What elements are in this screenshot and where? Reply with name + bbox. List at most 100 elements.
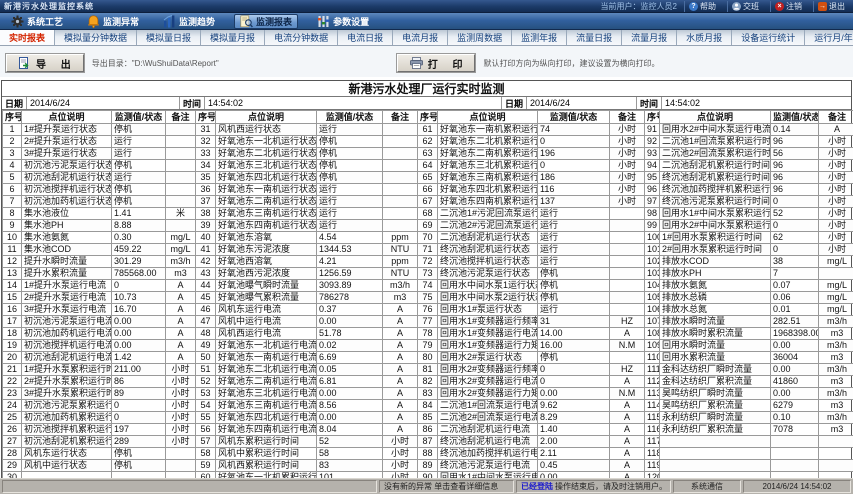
monitor-value: 0 [112,412,166,424]
monitor-value: 运行 [112,172,166,184]
monitor-value: 运行 [538,304,610,316]
tab-13[interactable]: 运行月/年报 [805,30,853,45]
remark-unit: 小时 [819,184,853,196]
point-description: 好氧池东一北机运行电流 [216,340,317,352]
row-number: 78 [418,328,438,340]
row-number: 4 [3,160,22,172]
point-description: 初沉池刮泥机运行电流 [22,352,112,364]
point-description: 昊鸣纺织厂累积流量 [660,400,771,412]
monitor-value: 197 [112,424,166,436]
table-row: 163#提升水泵运行电流16.70A46风机东运行电流0.37A76回用水1#泵… [3,304,853,316]
row-number: 12 [3,256,22,268]
remark-unit: 小时 [166,424,196,436]
row-number: 118 [645,448,660,460]
shift-change-button[interactable]: 交班 [727,1,763,12]
time-label: 时间 [637,97,662,109]
monitor-value: 1344.53 [317,244,383,256]
remark-unit: 小时 [166,412,196,424]
remark-unit [383,220,418,232]
tab-9[interactable]: 流量日报 [567,30,622,45]
current-user-label: 当前用户：监控人员2 [601,1,677,12]
tab-10[interactable]: 流量月报 [622,30,677,45]
row-number: 29 [3,460,22,472]
point-description: 风机东累积运行时间 [216,436,317,448]
tab-4[interactable]: 电流分钟数据 [265,30,338,45]
row-number: 83 [418,388,438,400]
row-number: 52 [196,376,216,388]
help-button[interactable]: ? 帮助 [684,1,720,12]
row-number: 107 [645,316,660,328]
row-number: 43 [196,268,216,280]
remark-unit: A [383,352,418,364]
table-row: 17初沉池污泥泵运行电流0.00A47风机中运行电流0.00A77回用水1#变频… [3,316,853,328]
tab-1[interactable]: 模拟量分钟数据 [55,30,137,45]
tab-6[interactable]: 电流月报 [393,30,448,45]
remark-unit: m3 [383,292,418,304]
point-description: 好氧池东四南机运行状态 [216,220,317,232]
menu-item-monitor-alarm[interactable]: 监测异常 [82,14,144,29]
monitor-value: 459.22 [112,244,166,256]
row-number: 55 [196,412,216,424]
exit-button[interactable]: → 退出 [813,1,849,12]
monitor-value: 74 [538,124,610,136]
table-row: 24初沉池污泥泵累积运行时间0小时54好氧池东三南机运行电流8.56A84二沉池… [3,400,853,412]
remark-unit: A [383,328,418,340]
row-number: 21 [3,364,22,376]
time-value: 14:54:02 [205,97,502,109]
tab-5[interactable]: 电流日报 [338,30,393,45]
monitor-value: 运行 [538,208,610,220]
menu-item-monitor-trend[interactable]: 监测趋势 [158,14,220,29]
monitor-value: 7078 [771,424,819,436]
point-description: 回用水2#泵运行状态 [438,352,538,364]
row-number: 37 [196,196,216,208]
print-button[interactable]: 打 印 [397,54,476,72]
point-description: 好氧池东污泥浓度 [216,244,317,256]
row-number: 23 [3,388,22,400]
point-description: 昊鸣纺织厂瞬时流量 [660,388,771,400]
monitor-value: 0.00 [771,364,819,376]
menu-item-system-process[interactable]: 系统工艺 [6,14,68,29]
tab-11[interactable]: 水质月报 [677,30,732,45]
monitor-value: 0.02 [317,340,383,352]
monitor-value: 6279 [771,400,819,412]
monitor-value: 16.00 [538,340,610,352]
tab-12[interactable]: 设备运行统计 [732,30,805,45]
monitor-value: 0 [771,244,819,256]
remark-unit: 小时 [610,160,645,172]
row-number: 113 [645,388,660,400]
tab-2[interactable]: 模拟量日报 [137,30,201,45]
row-number: 28 [3,448,22,460]
row-number: 6 [3,184,22,196]
menu-item-parameter-settings[interactable]: 参数设置 [312,14,374,29]
monitor-value: 0.30 [112,232,166,244]
tab-8[interactable]: 监测年报 [512,30,567,45]
export-button[interactable]: 导 出 [6,54,84,72]
menu-item-monitor-report[interactable]: 监测报表 [234,14,298,29]
monitor-value: 1.42 [112,352,166,364]
remark-unit: A [610,328,645,340]
remark-unit: m3 [819,400,853,412]
row-number: 57 [196,436,216,448]
table-row: 28风机东运行状态停机58风机中累积运行时间58小时88终沉池加药搅拌机运行电流… [3,448,853,460]
remark-unit [610,352,645,364]
row-number: 63 [418,148,438,160]
remark-unit: A [166,316,196,328]
row-number: 94 [645,160,660,172]
row-number: 3 [3,148,22,160]
tab-3[interactable]: 模拟量月报 [201,30,265,45]
row-number: 96 [645,184,660,196]
monitor-value: 停机 [317,172,383,184]
alarm-status[interactable]: 没有新的异常 单击查看详细信息 [379,480,514,493]
tab-0[interactable]: 实时报表 [0,30,55,45]
monitor-value: 运行 [112,148,166,160]
monitor-value: 0.10 [771,412,819,424]
logout-button[interactable]: × 注销 [770,1,806,12]
point-description: 永利纺织厂累积流量 [660,424,771,436]
row-number: 102 [645,256,660,268]
tab-7[interactable]: 监测周数据 [448,30,512,45]
table-row: 141#提升水泵运行电流0A44好氧池曝气瞬时流量3093.89m3/h74回用… [3,280,853,292]
remark-unit: 小时 [383,448,418,460]
point-description: 初沉池污泥泵运行电流 [22,316,112,328]
row-number: 99 [645,220,660,232]
remark-unit: A [166,340,196,352]
